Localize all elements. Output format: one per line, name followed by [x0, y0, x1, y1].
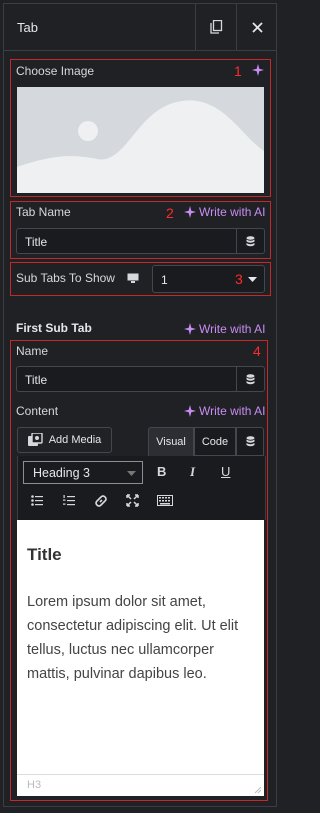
format-select-value: Heading 3 [33, 466, 90, 480]
content-editor[interactable]: Title Lorem ipsum dolor sit amet, consec… [17, 520, 264, 796]
tab-code[interactable]: Code [194, 427, 236, 456]
numbered-list-icon[interactable] [63, 495, 75, 506]
sub-tabs-select[interactable]: 1 [152, 265, 265, 293]
close-button[interactable] [236, 4, 278, 50]
add-media-label: Add Media [48, 434, 102, 446]
tab-visual-label: Visual [156, 436, 186, 448]
image-placeholder[interactable] [17, 87, 264, 193]
dynamic-tags-button[interactable] [236, 229, 264, 253]
tab-code-label: Code [201, 435, 229, 448]
sub-tabs-value: 1 [161, 273, 168, 287]
editor-heading: Title [27, 545, 62, 564]
write-with-ai-button[interactable]: Write with AI [184, 322, 265, 336]
annotation-number-3: 3 [235, 271, 243, 287]
ai-sparkle-icon [184, 405, 196, 417]
editor-toolbar: Heading 3 B I U [17, 456, 266, 520]
underline-button[interactable]: U [221, 464, 230, 479]
element-path: H3 [27, 779, 42, 791]
toolbar-toggle-icon[interactable] [157, 495, 173, 506]
format-select[interactable]: Heading 3 [23, 461, 143, 484]
tab-visual[interactable]: Visual [148, 427, 194, 456]
write-with-ai-label: Write with AI [199, 322, 266, 336]
choose-image-label: Choose Image [16, 64, 95, 78]
editor-paragraph: Lorem ipsum dolor sit amet, consectetur … [27, 594, 239, 682]
italic-button[interactable]: I [190, 464, 195, 480]
add-media-button[interactable]: Add Media [17, 427, 112, 453]
sub-tab-name-input[interactable]: Title [16, 366, 265, 392]
ai-sparkle-icon [184, 323, 196, 335]
caret-down-icon [127, 471, 136, 476]
tab-name-value: Title [25, 235, 48, 249]
content-write-with-ai-button[interactable]: Write with AI [184, 404, 265, 418]
write-with-ai-button[interactable]: Write with AI [184, 205, 265, 219]
panel-header: Tab [4, 4, 276, 51]
database-icon [246, 436, 254, 447]
link-icon[interactable] [94, 494, 108, 508]
fullscreen-icon[interactable] [126, 494, 139, 507]
editor-status-bar: H3 [17, 774, 264, 796]
tab-name-input[interactable]: Title [16, 228, 265, 254]
name-label: Name [16, 344, 49, 358]
sub-tabs-label: Sub Tabs To Show [16, 271, 115, 285]
database-icon [246, 373, 255, 384]
desktop-icon[interactable] [127, 273, 139, 283]
content-label: Content [16, 404, 59, 418]
add-media-icon [27, 433, 43, 446]
caret-down-icon [248, 277, 257, 282]
annotation-number-1: 1 [234, 63, 242, 79]
copy-icon [210, 20, 223, 34]
duplicate-button[interactable] [195, 4, 237, 50]
annotation-number-2: 2 [166, 205, 174, 221]
bullet-list-icon[interactable] [31, 495, 43, 506]
write-with-ai-label: Write with AI [199, 404, 266, 418]
resize-handle-icon[interactable] [255, 787, 261, 793]
bold-button[interactable]: B [157, 464, 166, 479]
dynamic-tags-button[interactable] [236, 367, 264, 391]
ai-sparkle-icon[interactable] [252, 64, 264, 76]
database-icon [246, 235, 255, 246]
tab-name-label: Tab Name [16, 205, 71, 219]
dynamic-tags-button[interactable] [236, 427, 264, 456]
annotation-number-4: 4 [253, 343, 261, 359]
first-sub-tab-heading: First Sub Tab [16, 321, 92, 335]
panel-title: Tab [17, 20, 38, 35]
image-placeholder-icon [17, 100, 264, 193]
ai-sparkle-icon [184, 206, 196, 218]
sub-tab-name-value: Title [25, 373, 48, 387]
write-with-ai-label: Write with AI [199, 205, 266, 219]
close-icon [252, 21, 263, 33]
